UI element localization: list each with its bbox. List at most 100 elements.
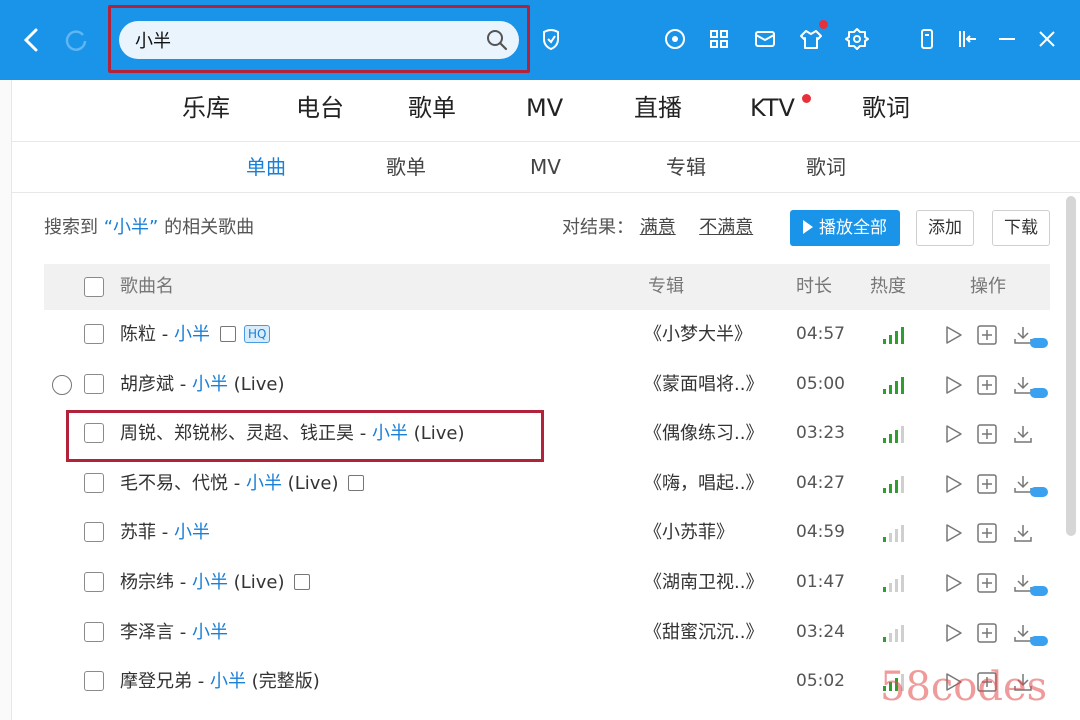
song-artist[interactable]: 陈粒 bbox=[120, 324, 156, 345]
tab-songs[interactable]: 单曲 bbox=[246, 152, 286, 182]
song-title[interactable]: 胡彦斌 - 小半 (Live) bbox=[120, 360, 284, 409]
song-title[interactable]: 摩登兄弟 - 小半 (完整版) bbox=[120, 657, 320, 706]
refresh-icon[interactable] bbox=[62, 26, 90, 54]
add-to-list-icon[interactable] bbox=[976, 572, 998, 594]
download-icon[interactable] bbox=[1012, 423, 1034, 445]
duration: 05:02 bbox=[796, 671, 845, 692]
duration: 01:47 bbox=[796, 572, 845, 592]
song-title[interactable]: 苏菲 - 小半 bbox=[120, 508, 210, 557]
nav-item-playlist[interactable]: 歌单 bbox=[408, 88, 456, 128]
album-name[interactable]: 《小苏菲》 bbox=[644, 508, 734, 557]
search-input[interactable] bbox=[135, 21, 465, 59]
song-artist[interactable]: 李泽言 bbox=[120, 622, 174, 643]
row-checkbox[interactable] bbox=[84, 572, 104, 592]
collapse-icon[interactable] bbox=[954, 26, 980, 52]
apps-grid-icon[interactable] bbox=[706, 26, 732, 52]
nav-item-mv[interactable]: MV bbox=[526, 88, 563, 128]
listen-icon[interactable] bbox=[662, 26, 688, 52]
song-name[interactable]: 小半 bbox=[174, 522, 210, 543]
album-name[interactable]: 《蒙面唱将..》 bbox=[644, 360, 763, 409]
table-row[interactable]: 胡彦斌 - 小半 (Live) 《蒙面唱将..》 05:00 bbox=[44, 360, 1050, 409]
search-icon[interactable] bbox=[485, 28, 509, 52]
song-title[interactable]: 陈粒 - 小半 HQ bbox=[120, 310, 271, 359]
album-name[interactable]: 《偶像练习..》 bbox=[644, 409, 763, 458]
row-checkbox[interactable] bbox=[84, 472, 104, 493]
download-button[interactable]: 下载 bbox=[992, 210, 1050, 246]
mv-badge-icon[interactable] bbox=[294, 574, 311, 590]
row-checkbox[interactable] bbox=[84, 373, 104, 394]
scrollbar-thumb[interactable] bbox=[1066, 196, 1076, 536]
expand-versions-icon[interactable] bbox=[52, 374, 72, 395]
tab-lyrics[interactable]: 歌词 bbox=[806, 152, 846, 182]
add-to-list-icon[interactable] bbox=[976, 473, 998, 495]
table-row[interactable]: 杨宗纬 - 小半 (Live) 《湖南卫视..》 01:47 bbox=[44, 558, 1050, 607]
song-title[interactable]: 李泽言 - 小半 bbox=[120, 608, 228, 657]
nav-item-ktv[interactable]: KTV bbox=[750, 88, 795, 128]
add-to-list-icon[interactable] bbox=[976, 423, 998, 445]
album-name[interactable]: 《甜蜜沉沉..》 bbox=[644, 608, 763, 657]
scrollbar[interactable] bbox=[1066, 196, 1076, 706]
add-button[interactable]: 添加 bbox=[916, 210, 974, 246]
play-icon[interactable] bbox=[942, 522, 964, 544]
song-artist[interactable]: 摩登兄弟 bbox=[120, 671, 192, 692]
play-all-label: 播放全部 bbox=[819, 218, 887, 238]
heat-bars bbox=[883, 624, 904, 642]
mail-icon[interactable] bbox=[752, 26, 778, 52]
skin-shirt-icon[interactable] bbox=[798, 26, 824, 52]
song-artist[interactable]: 胡彦斌 bbox=[120, 374, 174, 395]
song-artist[interactable]: 杨宗纬 bbox=[120, 572, 174, 593]
nav-item-radio[interactable]: 电台 bbox=[296, 88, 344, 128]
row-checkbox[interactable] bbox=[84, 621, 104, 642]
cloud-icon bbox=[1030, 635, 1048, 646]
table-row[interactable]: 陈粒 - 小半 HQ 《小梦大半》 04:57 bbox=[44, 310, 1050, 359]
song-name[interactable]: 小半 bbox=[192, 374, 228, 395]
feedback-unsatisfied-link[interactable]: 不满意 bbox=[699, 217, 753, 238]
song-artist[interactable]: 苏菲 bbox=[120, 522, 156, 543]
song-name[interactable]: 小半 bbox=[192, 622, 228, 643]
tab-playlists[interactable]: 歌单 bbox=[386, 152, 426, 182]
play-icon[interactable] bbox=[942, 324, 964, 346]
nav-item-lyrics[interactable]: 歌词 bbox=[862, 88, 910, 128]
settings-gear-icon[interactable] bbox=[844, 26, 870, 52]
play-icon[interactable] bbox=[942, 473, 964, 495]
song-name[interactable]: 小半 bbox=[174, 324, 210, 345]
table-row[interactable]: 苏菲 - 小半 《小苏菲》 04:59 bbox=[44, 508, 1050, 557]
minimize-icon[interactable] bbox=[994, 26, 1020, 52]
song-name[interactable]: 小半 bbox=[210, 671, 246, 692]
table-row[interactable]: 毛不易、代悦 - 小半 (Live) 《嗨，唱起..》 04:27 bbox=[44, 459, 1050, 508]
add-to-list-icon[interactable] bbox=[976, 522, 998, 544]
voice-search-icon[interactable] bbox=[538, 26, 564, 52]
back-arrow-icon[interactable] bbox=[18, 24, 46, 56]
play-all-button[interactable]: 播放全部 bbox=[790, 210, 900, 246]
album-name[interactable]: 《湖南卫视..》 bbox=[644, 558, 763, 607]
play-icon[interactable] bbox=[942, 622, 964, 644]
song-artist[interactable]: 毛不易、代悦 bbox=[120, 473, 228, 494]
download-icon[interactable] bbox=[1012, 522, 1034, 544]
play-icon[interactable] bbox=[942, 572, 964, 594]
feedback-satisfied-link[interactable]: 满意 bbox=[640, 217, 676, 238]
album-name[interactable]: 《嗨，唱起..》 bbox=[644, 459, 763, 508]
song-name[interactable]: 小半 bbox=[192, 572, 228, 593]
mini-mode-icon[interactable] bbox=[914, 26, 940, 52]
song-title[interactable]: 杨宗纬 - 小半 (Live) bbox=[120, 558, 311, 607]
close-icon[interactable] bbox=[1034, 26, 1060, 52]
nav-item-live[interactable]: 直播 bbox=[634, 88, 682, 128]
add-to-list-icon[interactable] bbox=[976, 622, 998, 644]
album-name[interactable]: 《小梦大半》 bbox=[644, 310, 752, 359]
play-icon[interactable] bbox=[942, 423, 964, 445]
song-name[interactable]: 小半 bbox=[246, 473, 282, 494]
tab-mv[interactable]: MV bbox=[530, 152, 561, 182]
add-to-list-icon[interactable] bbox=[976, 374, 998, 396]
row-checkbox[interactable] bbox=[84, 522, 104, 543]
play-icon[interactable] bbox=[942, 374, 964, 396]
mv-badge-icon[interactable] bbox=[219, 326, 236, 342]
mv-badge-icon[interactable] bbox=[348, 474, 365, 491]
add-to-list-icon[interactable] bbox=[976, 324, 998, 346]
nav-item-library[interactable]: 乐库 bbox=[182, 88, 230, 128]
select-all-checkbox[interactable] bbox=[84, 277, 104, 297]
table-row[interactable]: 李泽言 - 小半 《甜蜜沉沉..》 03:24 bbox=[44, 608, 1050, 657]
tab-albums[interactable]: 专辑 bbox=[666, 152, 706, 182]
row-checkbox[interactable] bbox=[84, 324, 104, 344]
song-title[interactable]: 毛不易、代悦 - 小半 (Live) bbox=[120, 459, 365, 508]
row-checkbox[interactable] bbox=[84, 671, 104, 692]
